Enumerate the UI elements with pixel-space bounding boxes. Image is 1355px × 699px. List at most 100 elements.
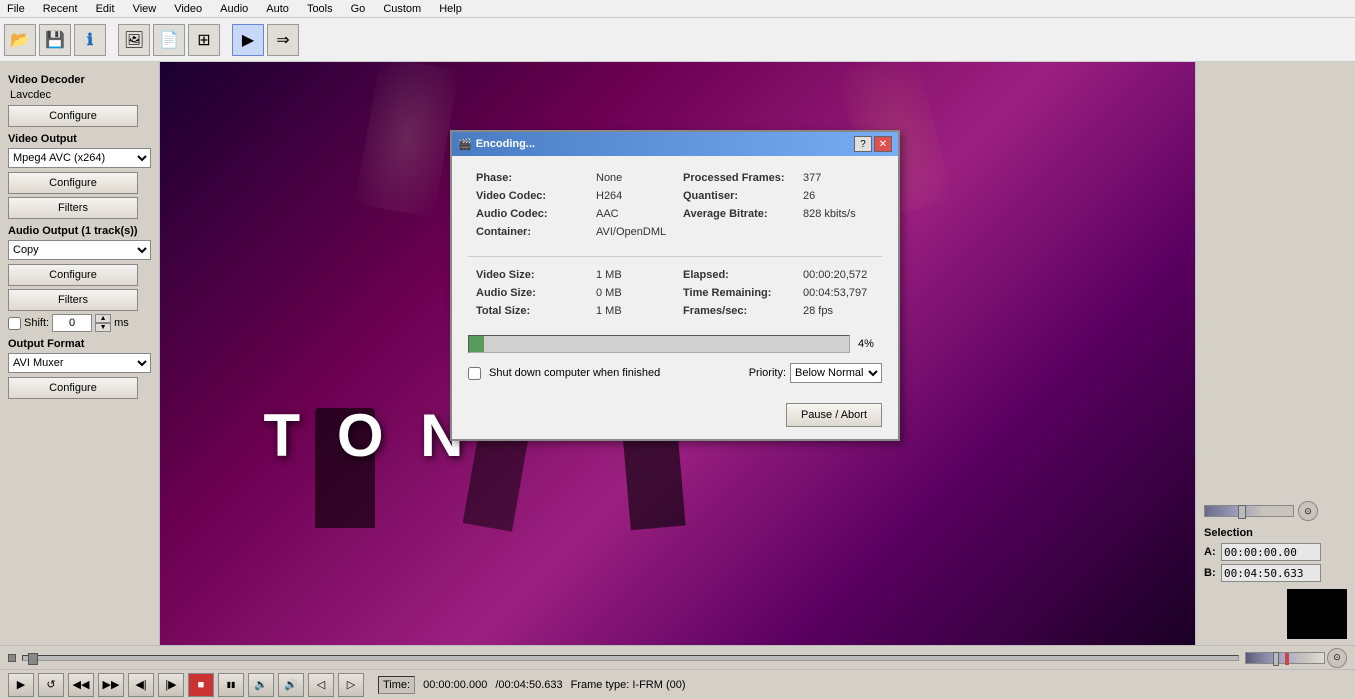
filters-audio-button[interactable]: Filters [8,289,138,311]
video-output-label: Video Output [8,133,151,145]
menu-help[interactable]: Help [436,3,465,15]
encode-button[interactable]: ▶ [232,24,264,56]
properties-button[interactable]: ⊞ [188,24,220,56]
left-info: Phase: None Video Codec: H264 Audio Code… [468,168,675,248]
vol-down-button[interactable]: 🔉 [248,673,274,697]
mark-in-button[interactable]: ■ [188,673,214,697]
shift-up-btn[interactable]: ▲ [95,314,111,323]
main-volume-slider[interactable] [1204,505,1294,517]
video-size-val: 1 MB [596,269,622,281]
video-text: T O N [264,401,474,470]
duration-value: /00:04:50.633 [495,679,562,691]
video-output-select[interactable]: Mpeg4 AVC (x264) [8,148,151,168]
next-key-button[interactable]: ▷ [338,673,364,697]
seekbar-track[interactable] [22,655,1239,661]
total-size-key: Total Size: [476,305,596,317]
configure-audio-button[interactable]: Configure [8,264,138,286]
play-button[interactable]: ▶ [8,673,34,697]
toolbar: 📂 💾 ℹ 🖼 📄 ⊞ ▶ ⇒ [0,18,1355,62]
selection-b-input[interactable] [1221,564,1321,582]
divider1 [468,256,882,257]
progress-fill [469,336,484,352]
audio-codec-val: AAC [596,208,619,220]
quantiser-val: 26 [803,190,815,202]
phase-val: None [596,172,622,184]
info-grid-bottom: Video Size: 1 MB Audio Size: 0 MB Total … [468,265,882,327]
shutdown-checkbox[interactable] [468,367,481,380]
container-key: Container: [476,226,596,238]
filters-video-button[interactable]: Filters [8,197,138,219]
menu-view[interactable]: View [130,3,160,15]
dialog-window-controls: ? ✕ [854,136,892,152]
shift-unit: ms [114,317,129,329]
total-size-val: 1 MB [596,305,622,317]
shift-input[interactable] [52,314,92,332]
processed-frames-val: 377 [803,172,821,184]
next-frame-button[interactable]: |▶ [158,673,184,697]
menu-video[interactable]: Video [171,3,205,15]
dialog-help-button[interactable]: ? [854,136,872,152]
open-button[interactable]: 📂 [4,24,36,56]
progress-percent: 4% [858,338,882,350]
shift-label: Shift: [24,317,49,329]
back-button[interactable]: ◀◀ [68,673,94,697]
time-remaining-key: Time Remaining: [683,287,803,299]
time-label: Time: [378,676,415,694]
seekbar-area: ⊙ [0,645,1355,669]
secondary-slider[interactable] [1245,652,1325,664]
seekbar-right-controls: ⊙ [1245,648,1347,668]
info-button[interactable]: ℹ [74,24,106,56]
shutdown-row: Shut down computer when finished Priorit… [468,363,882,383]
menu-tools[interactable]: Tools [304,3,336,15]
vol-up-button[interactable]: 🔊 [278,673,304,697]
configure-video-button[interactable]: Configure [8,172,138,194]
menu-audio[interactable]: Audio [217,3,251,15]
progress-bar [468,335,850,353]
selection-title: Selection [1204,527,1347,539]
size-info: Video Size: 1 MB Audio Size: 0 MB Total … [468,265,675,327]
output-format-select[interactable]: AVI Muxer [8,353,151,373]
audio-size-key: Audio Size: [476,287,596,299]
forward-button[interactable]: ▶▶ [98,673,124,697]
elapsed-key: Elapsed: [683,269,803,281]
processed-frames-key: Processed Frames: [683,172,803,184]
loop-button[interactable]: ↺ [38,673,64,697]
seekbar-start-marker [8,654,16,662]
menu-go[interactable]: Go [348,3,369,15]
phase-key: Phase: [476,172,596,184]
shift-down-btn[interactable]: ▼ [95,323,111,332]
menu-custom[interactable]: Custom [380,3,424,15]
menu-recent[interactable]: Recent [40,3,81,15]
dialog-close-button[interactable]: ✕ [874,136,892,152]
dialog-title-text: 🎬 Encoding... [458,138,535,151]
status-bar: Time: 00:00:00.000 /00:04:50.633 Frame t… [378,676,686,694]
mark-segment-button[interactable]: ▮▮ [218,673,244,697]
menu-file[interactable]: File [4,3,28,15]
save-file-button[interactable]: 📄 [153,24,185,56]
audio-output-select[interactable]: Copy [8,240,151,260]
shift-checkbox[interactable] [8,317,21,330]
selection-a-input[interactable] [1221,543,1321,561]
pause-abort-button[interactable]: Pause / Abort [786,403,882,427]
seekbar-knob[interactable] [28,653,38,665]
save-button[interactable]: 💾 [39,24,71,56]
encode2-button[interactable]: ⇒ [267,24,299,56]
prev-key-button[interactable]: ◁ [308,673,334,697]
volume-area: ⊙ [1204,501,1347,521]
prev-frame-button[interactable]: ◀| [128,673,154,697]
priority-select[interactable]: Below Normal Normal Above Normal High [790,363,882,383]
priority-label: Priority: [749,367,786,379]
audio-size-val: 0 MB [596,287,622,299]
transport-area: ▶ ↺ ◀◀ ▶▶ ◀| |▶ ■ ▮▮ 🔉 🔊 ◁ ▷ Time: 00:00… [0,669,1355,699]
quantiser-key: Quantiser: [683,190,803,202]
configure-decoder-button[interactable]: Configure [8,105,138,127]
camera-icon: ⊙ [1298,501,1318,521]
menu-edit[interactable]: Edit [93,3,118,15]
info-grid-top: Phase: None Video Codec: H264 Audio Code… [468,168,882,248]
configure-format-button[interactable]: Configure [8,377,138,399]
save-image-button[interactable]: 🖼 [118,24,150,56]
menu-auto[interactable]: Auto [263,3,292,15]
audio-output-label: Audio Output (1 track(s)) [8,225,151,237]
container-val: AVI/OpenDML [596,226,666,238]
time-info: Elapsed: 00:00:20,572 Time Remaining: 00… [675,265,882,327]
